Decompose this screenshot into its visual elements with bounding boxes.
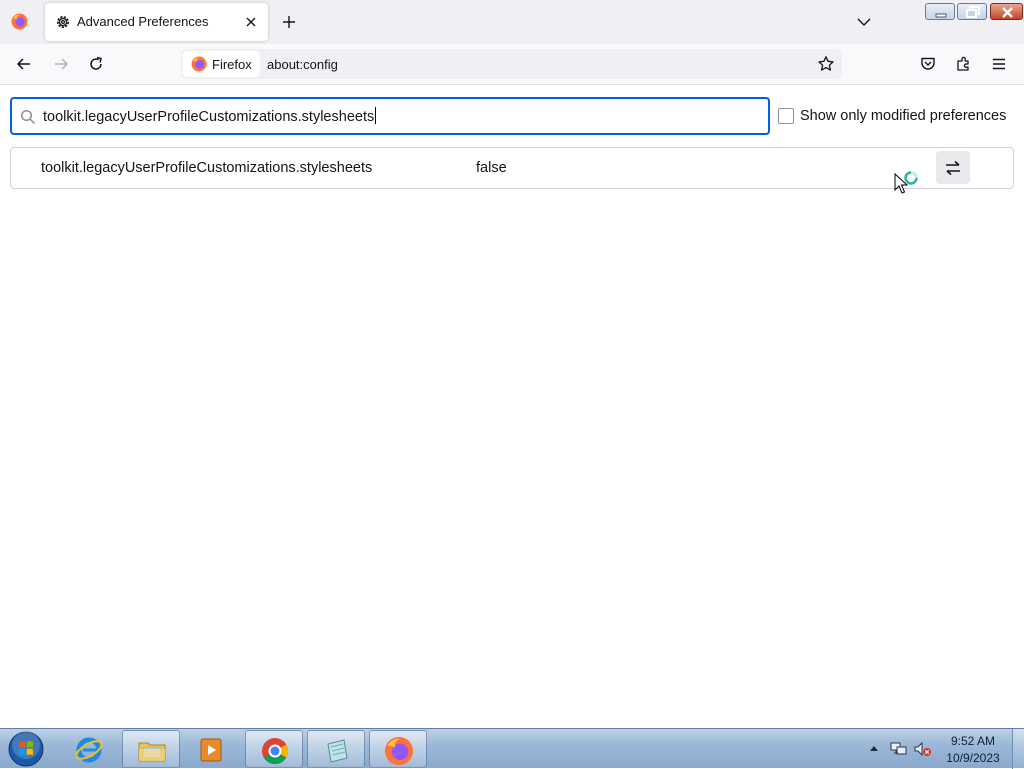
show-desktop-button[interactable] bbox=[1012, 729, 1024, 769]
pocket-icon[interactable] bbox=[919, 55, 937, 73]
taskbar-windows-explorer[interactable] bbox=[122, 730, 180, 768]
search-icon bbox=[20, 109, 36, 125]
minimize-button[interactable] bbox=[925, 3, 955, 20]
notepad-icon bbox=[327, 739, 348, 763]
tab-advanced-preferences[interactable]: Advanced Preferences bbox=[45, 3, 268, 41]
firefox-logo-icon bbox=[11, 13, 28, 30]
network-icon[interactable] bbox=[890, 741, 907, 757]
toggle-button[interactable] bbox=[936, 151, 970, 184]
taskbar-internet-explorer[interactable] bbox=[60, 730, 118, 768]
back-arrow-icon[interactable] bbox=[15, 55, 33, 73]
identity-box[interactable]: Firefox bbox=[183, 51, 260, 77]
identity-label: Firefox bbox=[212, 57, 252, 72]
internet-explorer-icon bbox=[75, 737, 103, 763]
busy-cursor-icon bbox=[894, 171, 918, 194]
hamburger-menu-icon[interactable] bbox=[990, 55, 1008, 73]
firefox-logo-icon bbox=[384, 736, 414, 766]
show-modified-label[interactable]: Show only modified preferences bbox=[800, 108, 1006, 124]
show-hidden-icons-arrow-icon[interactable] bbox=[869, 744, 879, 752]
preference-search-box[interactable]: toolkit.legacyUserProfileCustomizations.… bbox=[10, 97, 770, 135]
new-tab-plus-icon[interactable] bbox=[280, 13, 298, 31]
windows-taskbar: 9:52 AM 10/9/2023 bbox=[0, 728, 1024, 769]
url-text[interactable]: about:config bbox=[267, 57, 338, 72]
close-tab-icon[interactable] bbox=[243, 14, 259, 30]
close-icon bbox=[1002, 7, 1013, 18]
tab-title: Advanced Preferences bbox=[77, 14, 209, 29]
chrome-icon bbox=[262, 738, 289, 765]
folder-icon bbox=[138, 742, 166, 762]
show-modified-checkbox[interactable] bbox=[778, 108, 794, 124]
clock-time[interactable]: 9:52 AM bbox=[940, 734, 1006, 748]
windows-start-orb-icon[interactable] bbox=[6, 730, 46, 768]
preference-value[interactable]: false bbox=[476, 160, 507, 176]
chevron-down-icon[interactable] bbox=[855, 13, 873, 31]
close-window-button[interactable] bbox=[990, 3, 1023, 20]
media-player-icon bbox=[200, 738, 222, 762]
taskbar-notepad[interactable] bbox=[307, 730, 365, 768]
taskbar-media-player[interactable] bbox=[183, 730, 241, 768]
taskbar-chrome[interactable] bbox=[245, 730, 303, 768]
restore-icon bbox=[966, 6, 980, 18]
gear-icon bbox=[57, 16, 69, 28]
restore-button[interactable] bbox=[957, 3, 987, 20]
bookmark-star-icon[interactable] bbox=[817, 55, 835, 73]
firefox-logo-icon bbox=[191, 56, 207, 72]
toggle-arrows-icon bbox=[946, 160, 960, 176]
preference-name: toolkit.legacyUserProfileCustomizations.… bbox=[41, 160, 373, 176]
reload-icon[interactable] bbox=[87, 55, 105, 73]
navigation-toolbar: Firefox about:config bbox=[0, 44, 1024, 85]
preference-row[interactable]: toolkit.legacyUserProfileCustomizations.… bbox=[10, 147, 1014, 189]
taskbar-firefox[interactable] bbox=[369, 730, 427, 768]
search-input[interactable]: toolkit.legacyUserProfileCustomizations.… bbox=[43, 107, 376, 125]
volume-muted-icon[interactable] bbox=[914, 741, 932, 757]
clock-date[interactable]: 10/9/2023 bbox=[940, 751, 1006, 765]
url-bar[interactable]: Firefox about:config bbox=[181, 49, 842, 79]
tab-strip: Advanced Preferences bbox=[0, 0, 1024, 44]
forward-arrow-icon[interactable] bbox=[52, 55, 70, 73]
minimize-icon bbox=[935, 13, 947, 18]
extensions-puzzle-icon[interactable] bbox=[955, 55, 973, 73]
